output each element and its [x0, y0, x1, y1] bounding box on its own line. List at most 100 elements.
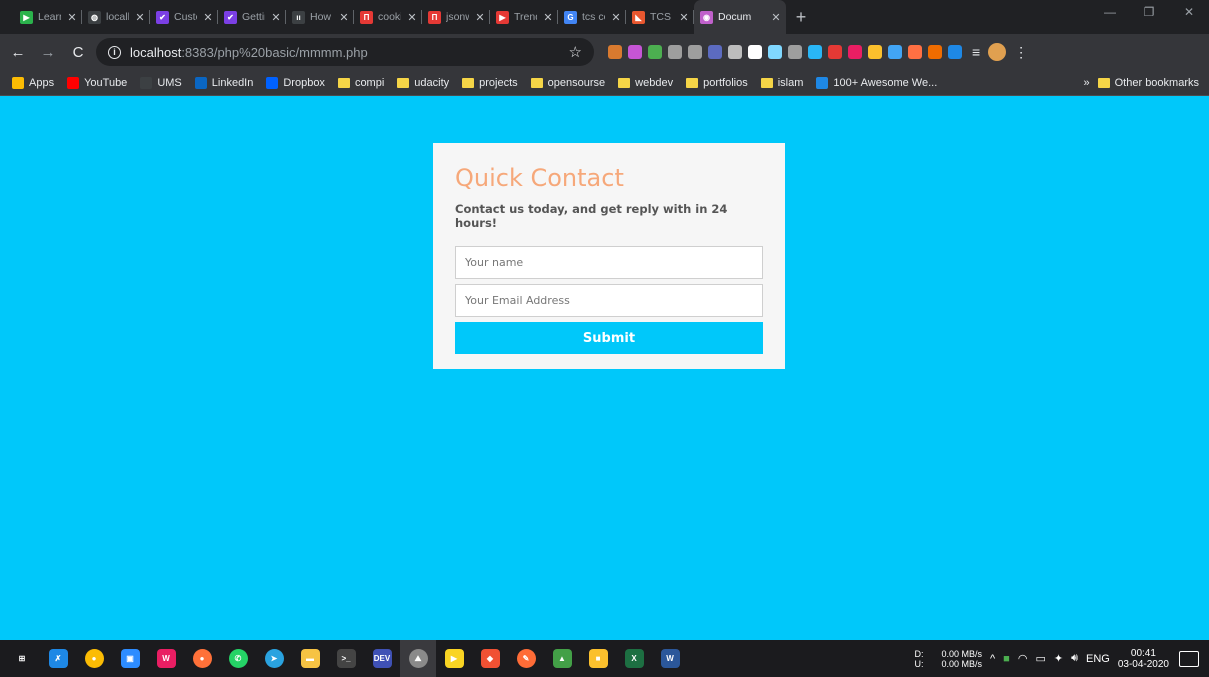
extension-icon[interactable] [748, 45, 762, 59]
extension-icon[interactable] [788, 45, 802, 59]
browser-tab[interactable]: ◍ localho ✕ [82, 0, 150, 34]
terminal-icon[interactable]: >_ [328, 640, 364, 677]
bookmark-item[interactable]: udacity [397, 77, 449, 89]
bookmark-item[interactable]: YouTube [67, 76, 127, 89]
tab-close-icon[interactable]: ✕ [474, 11, 486, 24]
submit-button[interactable]: Submit [455, 322, 763, 354]
minimize-button[interactable]: — [1090, 0, 1130, 24]
bookmark-item[interactable]: compi [337, 77, 384, 89]
windows-start-icon[interactable]: ⊞ [4, 640, 40, 677]
bookmark-star-icon[interactable]: ☆ [569, 43, 582, 61]
tab-close-icon[interactable]: ✕ [542, 11, 554, 24]
browser-tab[interactable]: ✔ Getting ✕ [218, 0, 286, 34]
reading-list-icon[interactable]: ≡ [972, 44, 980, 60]
bookmark-item[interactable]: Dropbox [266, 76, 325, 89]
file-explorer-icon[interactable]: ▬ [292, 640, 328, 677]
battery-icon[interactable]: ▭ [1035, 652, 1045, 665]
firefox-icon[interactable]: ● [184, 640, 220, 677]
tab-close-icon[interactable]: ✕ [338, 11, 350, 24]
bookmark-item[interactable]: islam [760, 76, 804, 89]
postman-icon[interactable]: ✎ [508, 640, 544, 677]
wamp-icon[interactable]: W [148, 640, 184, 677]
back-button[interactable]: ← [6, 40, 30, 64]
extension-icon[interactable] [948, 45, 962, 59]
notification-icon[interactable] [1179, 650, 1199, 667]
profile-avatar[interactable] [988, 43, 1007, 61]
wifi-icon[interactable]: ◠ [1018, 652, 1028, 665]
email-input[interactable] [455, 284, 763, 317]
tab-close-icon[interactable]: ✕ [770, 11, 782, 24]
language-indicator[interactable]: ENG [1086, 653, 1110, 665]
notes-icon[interactable]: ■ [580, 640, 616, 677]
browser-tab[interactable]: ıı How to ✕ [286, 0, 354, 34]
tab-close-icon[interactable]: ✕ [202, 11, 214, 24]
bookmarks-overflow-button[interactable]: » [1084, 77, 1090, 89]
browser-tab[interactable]: Πjsonwe ✕ [422, 0, 490, 34]
chevron-up-icon[interactable]: ^ [990, 653, 995, 665]
menu-icon[interactable]: ⋮ [1014, 44, 1028, 61]
tab-close-icon[interactable]: ✕ [270, 11, 282, 24]
extension-icon[interactable] [628, 45, 642, 59]
zoom-icon[interactable]: ▣ [112, 640, 148, 677]
extension-icon[interactable] [708, 45, 722, 59]
chrome-icon[interactable]: ● [76, 640, 112, 677]
extension-icon[interactable] [728, 45, 742, 59]
volume-icon[interactable]: 🔊︎ [1071, 652, 1078, 665]
restore-button[interactable]: ❐ [1129, 0, 1169, 24]
word-icon[interactable]: W [652, 640, 688, 677]
extension-icon[interactable] [808, 45, 822, 59]
clock[interactable]: 00:41 03-04-2020 [1118, 648, 1169, 670]
new-tab-button[interactable]: + [786, 0, 816, 34]
browser-tab[interactable]: Πcookie ✕ [354, 0, 422, 34]
browser-tab[interactable]: Gtcs cod ✕ [558, 0, 626, 34]
tab-close-icon[interactable]: ✕ [406, 11, 418, 24]
sticky-icon[interactable]: ▶ [436, 640, 472, 677]
extension-icon[interactable] [928, 45, 942, 59]
close-window-button[interactable]: ✕ [1169, 0, 1209, 24]
bookmark-item[interactable]: opensourse [530, 77, 605, 89]
rocket-icon[interactable]: ▲ [544, 640, 580, 677]
extension-icon[interactable] [908, 45, 922, 59]
dropbox-tray-icon[interactable]: ✦ [1054, 652, 1063, 665]
extension-icon[interactable] [848, 45, 862, 59]
forward-button[interactable]: → [36, 40, 60, 64]
browser-tab[interactable]: ◉ Docum ✕ [694, 0, 786, 34]
bookmark-item[interactable]: portfolios [686, 77, 748, 89]
bookmark-item[interactable]: projects [462, 77, 518, 89]
extension-icon[interactable] [768, 45, 782, 59]
excel-icon[interactable]: X [616, 640, 652, 677]
bookmark-item[interactable]: webdev [618, 77, 673, 89]
extension-icon[interactable] [668, 45, 682, 59]
tab-close-icon[interactable]: ✕ [66, 11, 78, 24]
dev-icon[interactable]: DEV [364, 640, 400, 677]
address-bar[interactable]: i localhost :8383/php%20basic/mmmm.php ☆ [96, 38, 594, 66]
tab-close-icon[interactable]: ✕ [134, 11, 146, 24]
browser-tab[interactable]: ▶ Trendin ✕ [490, 0, 558, 34]
whatsapp-icon[interactable]: ✆ [220, 640, 256, 677]
vscode-icon[interactable]: ✗ [40, 640, 76, 677]
app-tray-icon[interactable]: ■ [1003, 653, 1010, 665]
tab-close-icon[interactable]: ✕ [610, 11, 622, 24]
telegram-icon[interactable]: ➤ [256, 640, 292, 677]
bookmark-item[interactable]: LinkedIn [194, 76, 253, 89]
browser-tab[interactable]: ◣ TCS Co ✕ [626, 0, 694, 34]
photos-icon[interactable]: ⛰ [400, 640, 436, 677]
tab-close-icon[interactable]: ✕ [678, 11, 690, 24]
git-icon[interactable]: ◆ [472, 640, 508, 677]
extension-icon[interactable] [608, 45, 622, 59]
reload-button[interactable]: C [66, 40, 90, 64]
extension-icon[interactable] [888, 45, 902, 59]
bookmark-item[interactable]: Apps [12, 76, 54, 89]
bookmark-label: islam [777, 76, 804, 89]
bookmark-item[interactable]: UMS [140, 76, 182, 89]
bookmark-item[interactable]: 100+ Awesome We... [816, 76, 937, 89]
browser-tab[interactable]: ▶ LearnC ✕ [14, 0, 82, 34]
browser-tab[interactable]: ✔ Custom ✕ [150, 0, 218, 34]
extension-icon[interactable] [648, 45, 662, 59]
extension-icon[interactable] [828, 45, 842, 59]
other-bookmarks[interactable]: Other bookmarks [1097, 77, 1199, 89]
extension-icon[interactable] [688, 45, 702, 59]
name-input[interactable] [455, 246, 763, 279]
extension-icon[interactable] [868, 45, 882, 59]
info-icon[interactable]: i [108, 45, 121, 59]
